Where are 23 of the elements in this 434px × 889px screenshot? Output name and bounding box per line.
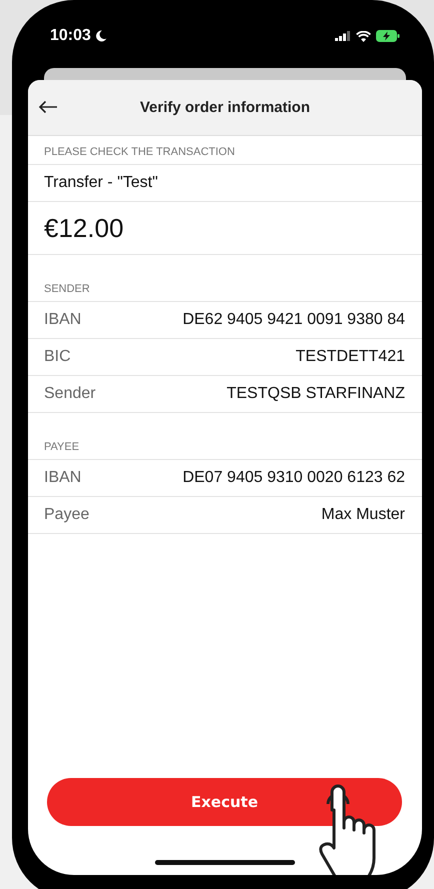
back-arrow-icon[interactable] [38, 100, 58, 114]
battery-charging-icon [376, 30, 400, 42]
section-heading: SENDER [28, 255, 422, 302]
field-value: DE07 9405 9310 0020 6123 62 [182, 469, 405, 487]
section-heading: PLEASE CHECK THE TRANSACTION [28, 136, 422, 165]
field-label: BIC [44, 348, 71, 366]
transfer-amount: €12.00 [44, 212, 124, 244]
field-value: Max Muster [321, 506, 405, 524]
signal-icon [335, 31, 351, 41]
field-value: TESTDETT421 [296, 348, 405, 366]
field-label: Sender [44, 385, 96, 403]
field-label: IBAN [44, 311, 82, 329]
section-heading: PAYEE [28, 413, 422, 460]
moon-icon [96, 30, 107, 42]
field-value: TESTQSB STARFINANZ [226, 385, 405, 403]
field-label: IBAN [44, 469, 82, 487]
screen-title: Verify order information [140, 99, 310, 116]
transfer-description: Transfer - "Test" [44, 174, 158, 192]
status-time: 10:03 [50, 27, 91, 45]
execute-button[interactable]: Execute [47, 778, 402, 826]
field-label: Payee [44, 506, 90, 524]
wifi-icon [356, 30, 371, 42]
field-value: DE62 9405 9421 0091 9380 84 [182, 311, 405, 329]
